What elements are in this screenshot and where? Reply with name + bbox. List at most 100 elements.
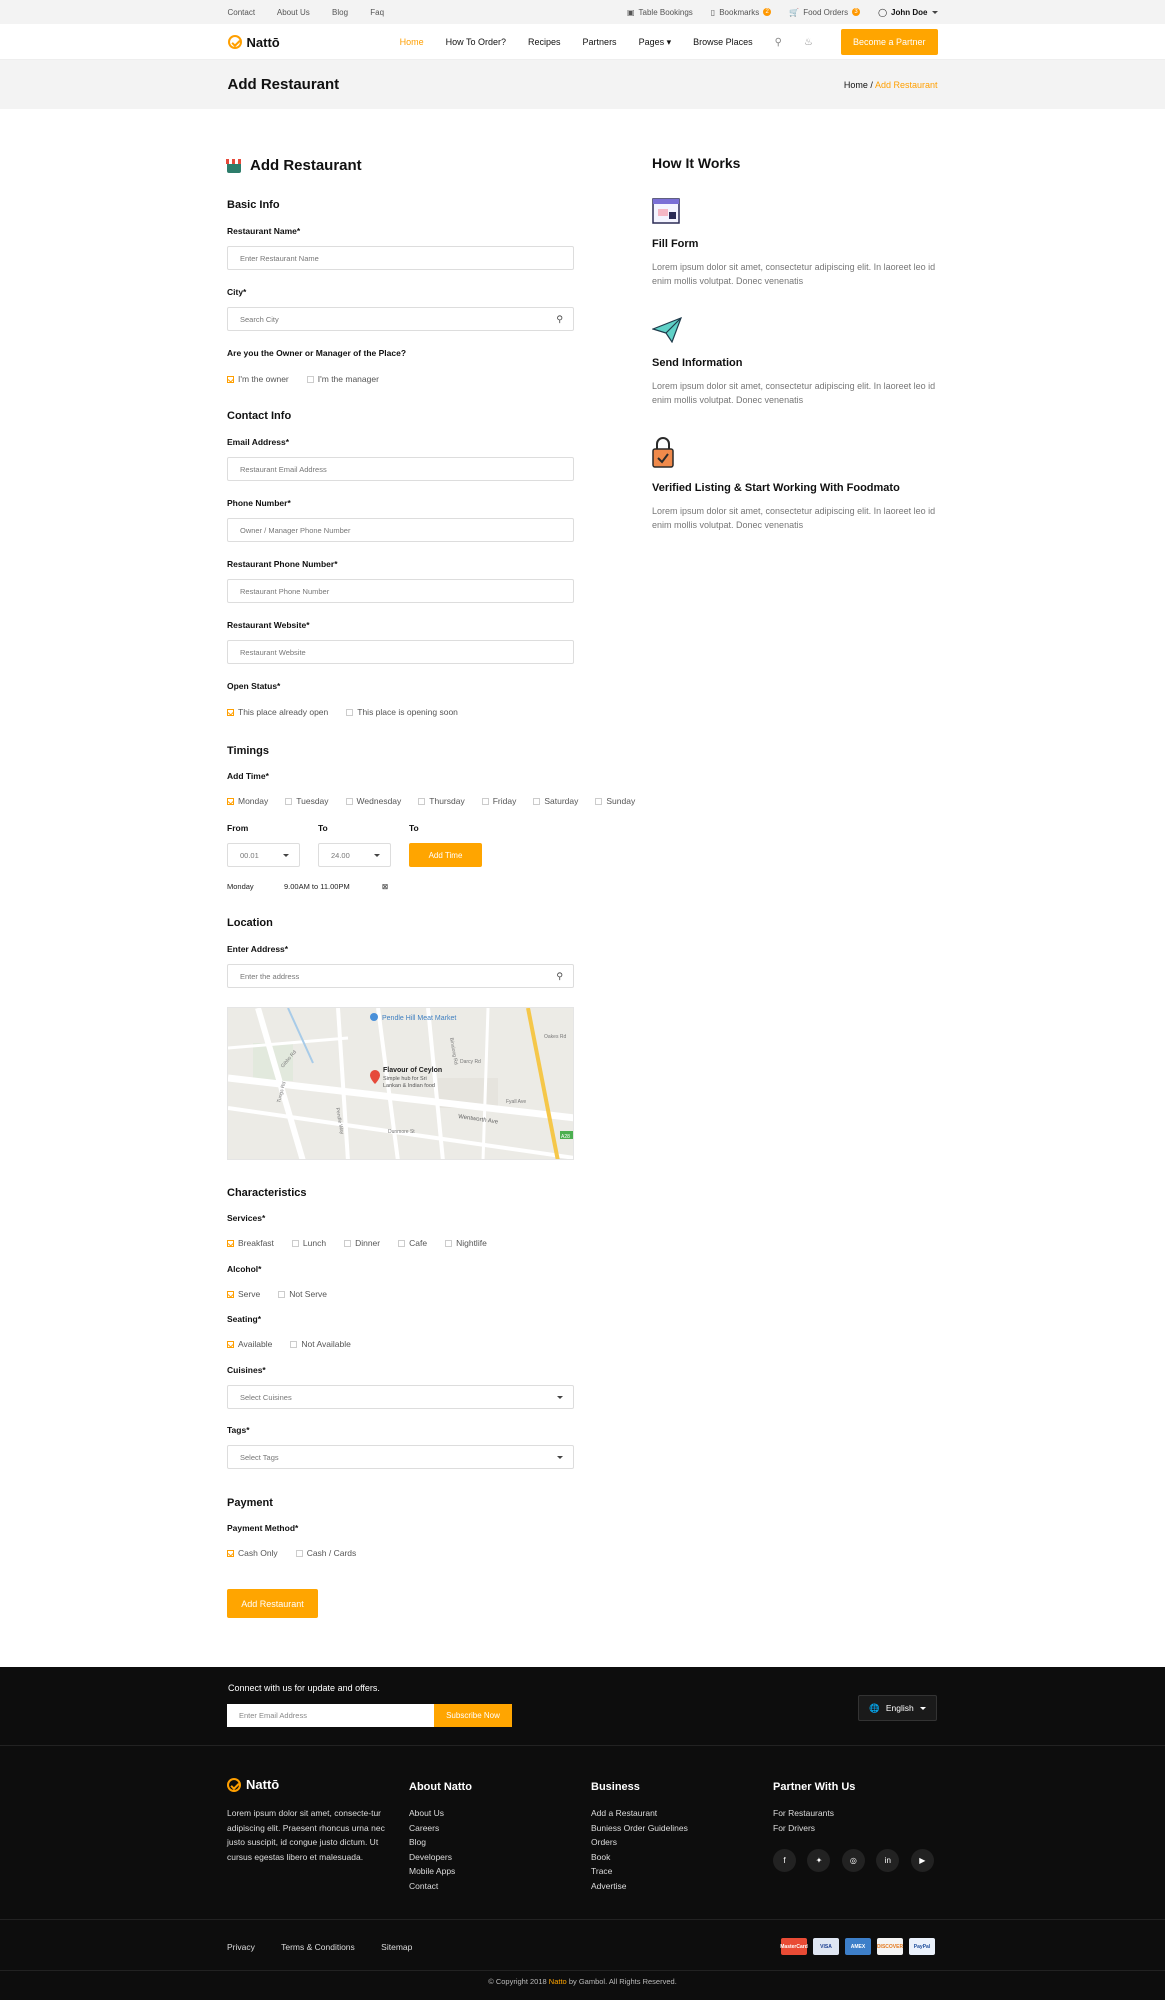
terms-link[interactable]: Terms & Conditions	[281, 1942, 355, 1952]
location-map[interactable]: Pendle Hill Meat Market Flavour of Ceylo…	[227, 1007, 574, 1160]
already-open-checkbox[interactable]: This place already open	[227, 707, 328, 717]
restaurant-phone-input[interactable]: Restaurant Phone Number	[227, 579, 574, 603]
page-title: Add Restaurant	[227, 76, 340, 93]
owner-checkbox[interactable]: I'm the owner	[227, 374, 289, 384]
opening-soon-checkbox[interactable]: This place is opening soon	[346, 707, 458, 717]
footer-link-for-restaurants[interactable]: For Restaurants	[773, 1806, 834, 1821]
footer-logo[interactable]: Nattō	[227, 1777, 279, 1792]
email-input[interactable]: Restaurant Email Address	[227, 457, 574, 481]
cash-only-checkbox[interactable]: Cash Only	[227, 1548, 278, 1558]
language-select[interactable]: 🌐 English	[858, 1695, 937, 1721]
breadcrumb-home[interactable]: Home /	[844, 80, 873, 90]
footer-link-book[interactable]: Book	[591, 1850, 688, 1865]
footer-link-for-drivers[interactable]: For Drivers	[773, 1821, 834, 1836]
add-time-button[interactable]: Add Time	[409, 843, 482, 867]
top-link-contact[interactable]: Contact	[228, 8, 256, 17]
paypal-icon: PayPal	[909, 1938, 935, 1955]
delete-time-icon[interactable]: ⊠	[382, 882, 388, 891]
map-poi: Pendle Hill Meat Market	[382, 1015, 456, 1022]
day-saturday-checkbox[interactable]: Saturday	[533, 796, 578, 806]
linkedin-icon[interactable]: in	[876, 1849, 900, 1872]
address-label: Enter Address*	[227, 944, 289, 954]
service-lunch-checkbox[interactable]: Lunch	[291, 1238, 326, 1248]
chevron-down-icon	[283, 853, 289, 857]
phone-input[interactable]: Owner / Manager Phone Number	[227, 518, 574, 542]
footer: Connect with us for update and offers. E…	[0, 1667, 1165, 2000]
seating-available-checkbox[interactable]: Available	[227, 1339, 272, 1349]
payment-heading: Payment	[227, 1497, 273, 1509]
twitter-icon[interactable]: ✦	[807, 1849, 831, 1872]
manager-checkbox[interactable]: I'm the manager	[306, 374, 379, 384]
bookmarks-link[interactable]: ▯ Bookmarks 2	[711, 8, 772, 17]
bell-icon[interactable]: ♨	[804, 37, 813, 48]
newsletter-email-input[interactable]: Enter Email Address	[227, 1704, 434, 1727]
footer-link-advertise[interactable]: Advertise	[591, 1879, 688, 1894]
add-restaurant-submit-button[interactable]: Add Restaurant	[227, 1589, 318, 1618]
service-dinner-checkbox[interactable]: Dinner	[344, 1238, 380, 1248]
step-2-title: Send Information	[652, 357, 743, 369]
cuisines-select[interactable]: Select Cuisines	[227, 1385, 574, 1409]
search-icon[interactable]: ⚲	[775, 37, 782, 48]
footer-link-contact[interactable]: Contact	[409, 1879, 455, 1894]
to-time-select[interactable]: 24.00	[318, 843, 391, 867]
privacy-link[interactable]: Privacy	[227, 1942, 255, 1952]
nav-browse-places[interactable]: Browse Places	[693, 37, 753, 47]
visa-icon: VISA	[813, 1938, 839, 1955]
service-cafe-checkbox[interactable]: Cafe	[398, 1238, 427, 1248]
day-thursday-checkbox[interactable]: Thursday	[418, 796, 465, 806]
service-breakfast-checkbox[interactable]: Breakfast	[227, 1238, 274, 1248]
brand-logo[interactable]: Nattō	[227, 35, 280, 50]
copyright-brand-link[interactable]: Natto	[549, 1977, 567, 1986]
footer-link-mobile-apps[interactable]: Mobile Apps	[409, 1864, 455, 1879]
search-icon: ⚲	[556, 313, 563, 324]
day-tuesday-checkbox[interactable]: Tuesday	[285, 796, 329, 806]
orders-count-badge: 3	[852, 8, 861, 16]
chevron-down-icon	[374, 853, 380, 857]
footer-link-careers[interactable]: Careers	[409, 1821, 455, 1836]
form-title: Add Restaurant	[226, 157, 362, 174]
table-bookings-link[interactable]: ▣ Table Bookings	[627, 8, 693, 17]
day-wednesday-checkbox[interactable]: Wednesday	[345, 796, 401, 806]
top-link-faq[interactable]: Faq	[370, 8, 384, 17]
youtube-icon[interactable]: ▶	[910, 1849, 934, 1872]
instagram-icon[interactable]: ◎	[841, 1849, 865, 1872]
city-search-input[interactable]: Search City ⚲	[227, 307, 574, 331]
restaurant-name-input[interactable]: Enter Restaurant Name	[227, 246, 574, 270]
top-link-about[interactable]: About Us	[277, 8, 310, 17]
food-orders-link[interactable]: 🛒 Food Orders 3	[789, 8, 861, 17]
day-sunday-checkbox[interactable]: Sunday	[595, 796, 635, 806]
footer-link-trace[interactable]: Trace	[591, 1864, 688, 1879]
nav-partners[interactable]: Partners	[583, 37, 617, 47]
footer-link-about-us[interactable]: About Us	[409, 1806, 455, 1821]
footer-link-orders[interactable]: Orders	[591, 1835, 688, 1850]
days-row: Monday Tuesday Wednesday Thursday Friday…	[227, 796, 707, 806]
from-time-select[interactable]: 00.01	[227, 843, 300, 867]
nav-home[interactable]: Home	[400, 37, 424, 47]
main-content: Add Restaurant Basic Info Restaurant Nam…	[0, 109, 1165, 1667]
address-input[interactable]: Enter the address ⚲	[227, 964, 574, 988]
user-menu[interactable]: ◯ John Doe	[878, 8, 938, 17]
become-partner-button[interactable]: Become a Partner	[840, 29, 938, 55]
website-label: Restaurant Website*	[227, 620, 310, 630]
footer-link-add-restaurant[interactable]: Add a Restaurant	[591, 1806, 688, 1821]
nav-pages[interactable]: Pages ▾	[639, 37, 672, 48]
footer-link-blog[interactable]: Blog	[409, 1835, 455, 1850]
nav-how-to-order[interactable]: How To Order?	[446, 37, 506, 47]
day-friday-checkbox[interactable]: Friday	[481, 796, 516, 806]
sitemap-link[interactable]: Sitemap	[381, 1942, 412, 1952]
amex-icon: AMEX	[845, 1938, 871, 1955]
nav-recipes[interactable]: Recipes	[528, 37, 561, 47]
day-monday-checkbox[interactable]: Monday	[227, 796, 268, 806]
service-nightlife-checkbox[interactable]: Nightlife	[445, 1238, 487, 1248]
tags-select[interactable]: Select Tags	[227, 1445, 574, 1469]
seating-not-available-checkbox[interactable]: Not Available	[290, 1339, 351, 1349]
footer-link-developers[interactable]: Developers	[409, 1850, 455, 1865]
top-link-blog[interactable]: Blog	[332, 8, 348, 17]
alcohol-serve-checkbox[interactable]: Serve	[227, 1289, 260, 1299]
subscribe-button[interactable]: Subscribe Now	[434, 1704, 512, 1727]
facebook-icon[interactable]: f	[773, 1849, 796, 1872]
alcohol-not-serve-checkbox[interactable]: Not Serve	[278, 1289, 327, 1299]
website-input[interactable]: Restaurant Website	[227, 640, 574, 664]
cash-cards-checkbox[interactable]: Cash / Cards	[295, 1548, 356, 1558]
footer-link-order-guidelines[interactable]: Buniess Order Guidelines	[591, 1821, 688, 1836]
